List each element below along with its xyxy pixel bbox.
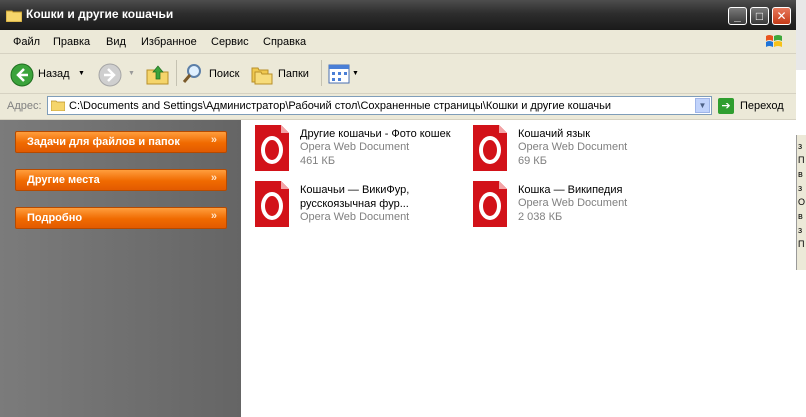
forward-button[interactable]: ▼	[98, 54, 138, 93]
toolbar: Назад ▼ ▼ Поиск Папки ▼	[0, 54, 796, 94]
views-dropdown-icon[interactable]: ▼	[352, 70, 359, 77]
menu-edit[interactable]: Правка	[53, 36, 90, 48]
file-item[interactable]: Кошачий язык Opera Web Document 69 КБ	[473, 125, 688, 175]
magnifier-icon	[182, 64, 201, 83]
menu-file[interactable]: Файл	[13, 36, 40, 48]
file-list: Другие кошачьи - Фото кошек Opera Web Do…	[241, 120, 796, 417]
folder-icon	[6, 10, 22, 22]
explorer-window: Кошки и другие кошачьи _ □ ✕ Файл Правка…	[0, 0, 796, 417]
title-bar[interactable]: Кошки и другие кошачьи _ □ ✕	[0, 0, 796, 30]
folders-button[interactable]: Папки	[251, 54, 317, 93]
chevron-down-icon[interactable]: »	[211, 134, 217, 146]
file-type: Opera Web Document	[300, 211, 410, 223]
background-text: в	[798, 211, 803, 221]
views-icon	[328, 64, 350, 84]
go-arrow-icon: ➔	[718, 98, 734, 114]
menu-tools[interactable]: Сервис	[211, 36, 249, 48]
background-window: з П в з О в з П	[796, 0, 806, 417]
file-name: Кошачий язык	[518, 128, 591, 140]
file-type: Opera Web Document	[300, 141, 410, 153]
background-text: П	[798, 155, 805, 165]
background-text: в	[798, 169, 803, 179]
go-label: Переход	[740, 100, 784, 112]
background-window-top	[796, 0, 806, 70]
task-section-details[interactable]: Подробно »	[15, 207, 227, 229]
close-button[interactable]: ✕	[772, 7, 791, 25]
opera-document-icon	[473, 125, 507, 171]
toolbar-separator	[321, 60, 322, 86]
address-path: C:\Documents and Settings\Администратор\…	[69, 100, 612, 112]
background-text: О	[798, 197, 806, 207]
menu-favorites[interactable]: Избранное	[141, 36, 197, 48]
address-label: Адрес:	[7, 100, 42, 112]
address-bar: Адрес: C:\Documents and Settings\Админис…	[0, 94, 796, 120]
task-section-label: Задачи для файлов и папок	[27, 136, 180, 148]
chevron-down-icon[interactable]: »	[211, 172, 217, 184]
task-pane: Задачи для файлов и папок » Другие места…	[0, 120, 241, 417]
folders-label: Папки	[278, 68, 309, 80]
file-item[interactable]: Другие кошачьи - Фото кошек Opera Web Do…	[255, 125, 470, 175]
task-section-file-tasks[interactable]: Задачи для файлов и папок »	[15, 131, 227, 153]
task-section-label: Другие места	[27, 174, 100, 186]
file-type: Opera Web Document	[518, 141, 628, 153]
search-button[interactable]: Поиск	[182, 54, 244, 93]
background-text: П	[798, 239, 805, 249]
menu-view[interactable]: Вид	[106, 36, 126, 48]
forward-arrow-icon	[98, 63, 122, 87]
opera-document-icon	[255, 181, 289, 227]
background-text: з	[798, 141, 803, 151]
background-text: з	[798, 225, 803, 235]
address-dropdown-icon[interactable]: ▼	[695, 98, 710, 113]
task-section-label: Подробно	[27, 212, 83, 224]
file-type: Opera Web Document	[518, 197, 628, 209]
back-button[interactable]: Назад ▼	[10, 54, 90, 93]
file-item[interactable]: Кошачьи — ВикиФур, русскоязычная фур... …	[255, 181, 470, 231]
folder-up-icon	[146, 65, 169, 85]
opera-document-icon	[255, 125, 289, 171]
back-dropdown-icon[interactable]: ▼	[78, 70, 85, 77]
window-title: Кошки и другие кошачьи	[26, 7, 174, 21]
menu-bar: Файл Правка Вид Избранное Сервис Справка	[0, 30, 796, 54]
background-text: з	[798, 183, 803, 193]
task-section-other-places[interactable]: Другие места »	[15, 169, 227, 191]
file-name: Другие кошачьи - Фото кошек	[300, 128, 451, 140]
views-button[interactable]: ▼	[328, 54, 362, 93]
forward-dropdown-icon[interactable]: ▼	[128, 70, 135, 77]
background-window-panel: з П в з О в з П	[796, 135, 806, 270]
address-input[interactable]: C:\Documents and Settings\Администратор\…	[47, 96, 712, 115]
back-arrow-icon	[10, 63, 34, 87]
file-item[interactable]: Кошка — Википедия Opera Web Document 2 0…	[473, 181, 688, 231]
toolbar-separator	[176, 60, 177, 86]
menu-help[interactable]: Справка	[263, 36, 306, 48]
windows-logo-icon	[766, 35, 782, 47]
maximize-button[interactable]: □	[750, 7, 769, 25]
chevron-down-icon[interactable]: »	[211, 210, 217, 222]
file-size: 461 КБ	[300, 155, 336, 167]
file-name: Кошачьи — ВикиФур, русскоязычная фур...	[300, 184, 410, 210]
opera-document-icon	[473, 181, 507, 227]
search-label: Поиск	[209, 68, 240, 80]
back-label: Назад	[38, 68, 70, 80]
file-name: Кошка — Википедия	[518, 184, 623, 196]
file-size: 2 038 КБ	[518, 211, 563, 223]
minimize-button[interactable]: _	[728, 7, 747, 25]
folders-icon	[251, 67, 273, 85]
up-button[interactable]	[146, 54, 172, 93]
file-size: 69 КБ	[518, 155, 547, 167]
folder-icon	[51, 100, 65, 111]
